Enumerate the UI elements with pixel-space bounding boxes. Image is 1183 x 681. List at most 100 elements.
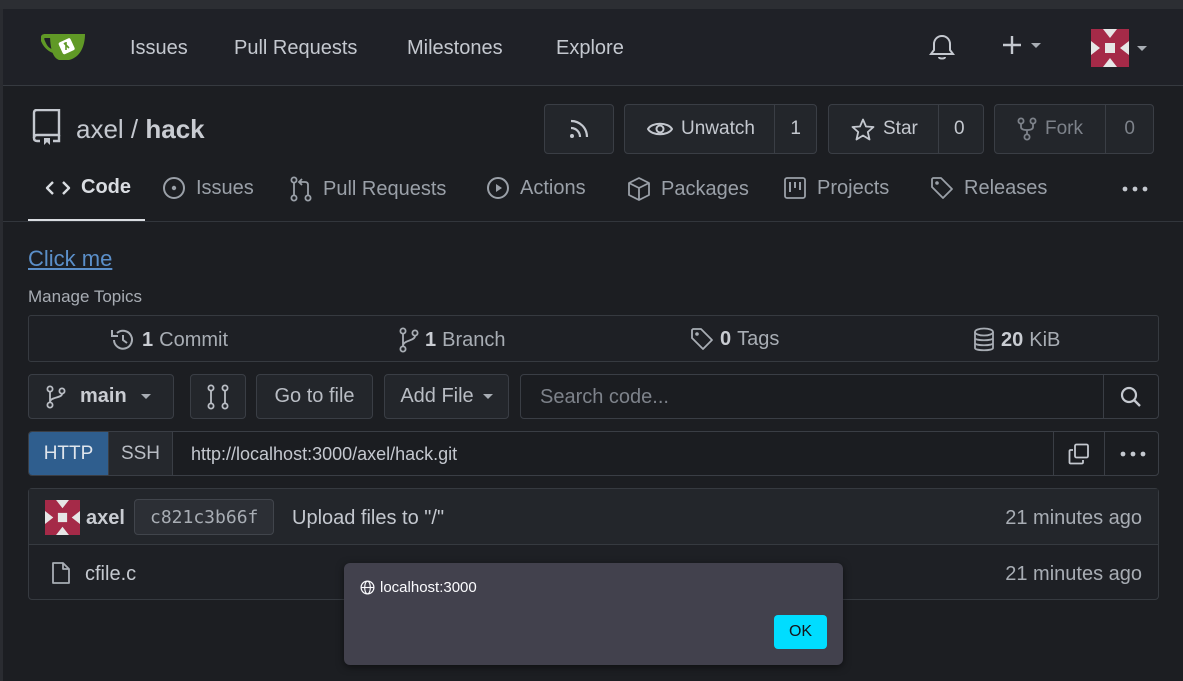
branches-label: Branch: [442, 328, 506, 351]
copy-icon: [1068, 443, 1089, 464]
fork-icon: [1017, 117, 1037, 141]
commit-message-link[interactable]: Upload files to "/": [292, 507, 444, 530]
latest-commit-row: axel c821c3b66f Upload files to "/" 21 m…: [29, 489, 1158, 545]
size-stat: 20 KiB: [973, 327, 1060, 353]
forks-count-link[interactable]: 0: [1106, 105, 1153, 153]
dialog-origin: localhost:3000: [360, 579, 477, 596]
search-icon: [1120, 386, 1141, 407]
clone-url-field[interactable]: http://localhost:3000/axel/hack.git: [191, 444, 457, 465]
tag-icon: [931, 177, 953, 199]
chevron-down-icon: [1031, 42, 1041, 48]
bell-icon[interactable]: [929, 33, 955, 61]
star-count: 0: [954, 118, 965, 139]
go-to-file-button[interactable]: Go to file: [256, 374, 373, 419]
tab-actions[interactable]: Actions: [486, 176, 586, 200]
branch-name: main: [80, 385, 127, 407]
compare-button[interactable]: [190, 374, 246, 419]
project-board-icon: [784, 177, 806, 199]
browser-top-strip: [0, 0, 1183, 9]
http-clone-tab[interactable]: HTTP: [29, 432, 108, 475]
tab-packages-label: Packages: [661, 177, 749, 200]
tab-releases-label: Releases: [964, 176, 1048, 199]
file-name-link[interactable]: cfile.c: [85, 563, 136, 586]
copy-url-button[interactable]: [1053, 432, 1104, 475]
search-button[interactable]: [1103, 375, 1158, 418]
tag-icon: [691, 328, 713, 350]
create-new-dropdown[interactable]: [1001, 34, 1041, 56]
add-file-dropdown[interactable]: Add File: [384, 374, 509, 419]
alert-dialog: localhost:3000 OK: [344, 563, 843, 665]
tags-stat-link[interactable]: 0 Tags: [690, 327, 779, 351]
branches-count: 1: [425, 328, 437, 351]
repo-icon: [29, 109, 63, 145]
fork-label: Fork: [1045, 118, 1083, 139]
chevron-down-icon: [140, 394, 151, 399]
play-icon: [487, 177, 509, 199]
manage-topics-link[interactable]: Manage Topics: [28, 287, 142, 307]
tab-pull-requests[interactable]: Pull Requests: [289, 176, 446, 202]
repo-name-link[interactable]: hack: [145, 114, 204, 144]
star-icon: [851, 118, 875, 140]
plus-icon: [1003, 36, 1021, 54]
avatar[interactable]: [45, 500, 80, 535]
fork-button[interactable]: Fork: [995, 105, 1105, 153]
tab-packages[interactable]: Packages: [627, 176, 749, 202]
globe-icon: [360, 580, 375, 595]
star-label: Star: [883, 118, 918, 139]
go-to-file-label: Go to file: [274, 385, 355, 407]
nav-pull-requests-link[interactable]: Pull Requests: [234, 37, 357, 60]
eye-icon: [647, 122, 673, 136]
branches-stat-link[interactable]: 1 Branch: [399, 327, 506, 353]
code-icon: [45, 180, 71, 195]
tabs-divider: [3, 221, 1183, 222]
clone-more-options[interactable]: [1104, 432, 1158, 475]
tab-code-label: Code: [81, 176, 131, 198]
add-file-label: Add File: [400, 385, 474, 407]
database-icon: [974, 327, 994, 352]
nav-explore-link[interactable]: Explore: [556, 37, 624, 60]
rss-feed-button[interactable]: [544, 104, 614, 154]
more-tabs-icon[interactable]: [1122, 186, 1148, 192]
tags-count: 0: [720, 327, 732, 350]
avatar: [1091, 29, 1129, 67]
ssh-clone-tab[interactable]: SSH: [108, 432, 173, 475]
repo-stats-bar: 1 Commit 1 Branch 0 Tags 20 KiB: [28, 315, 1159, 362]
size-count: 20: [1001, 328, 1024, 351]
commits-stat-link[interactable]: 1 Commit: [110, 327, 228, 353]
fork-count: 0: [1124, 118, 1135, 139]
compare-icon: [207, 384, 229, 409]
fork-button-group: Fork 0: [994, 104, 1154, 154]
chevron-down-icon: [1137, 45, 1147, 51]
ok-button[interactable]: OK: [774, 615, 827, 649]
code-search: Search code...: [520, 374, 1159, 419]
repo-owner-link[interactable]: axel: [76, 114, 124, 144]
chevron-down-icon: [482, 394, 493, 399]
commit-author-link[interactable]: axel: [86, 507, 125, 530]
file-icon: [51, 561, 71, 585]
tab-code[interactable]: Code: [45, 176, 131, 199]
branch-icon: [46, 385, 66, 408]
unwatch-button[interactable]: Unwatch: [625, 105, 774, 153]
watchers-count-link[interactable]: 1: [775, 105, 816, 153]
nav-milestones-link[interactable]: Milestones: [407, 37, 503, 60]
tab-releases[interactable]: Releases: [930, 176, 1047, 200]
commit-time: 21 minutes ago: [1005, 507, 1142, 529]
tab-issues[interactable]: Issues: [162, 176, 254, 200]
branch-icon: [399, 327, 419, 353]
star-button[interactable]: Star: [829, 105, 938, 153]
gitea-logo-icon[interactable]: [39, 31, 87, 63]
tags-label: Tags: [737, 327, 780, 350]
commit-sha-link[interactable]: c821c3b66f: [134, 499, 275, 535]
nav-issues-link[interactable]: Issues: [130, 37, 188, 60]
issue-icon: [163, 177, 185, 199]
click-me-link[interactable]: Click me: [28, 246, 112, 272]
pull-request-icon: [290, 176, 312, 202]
search-input[interactable]: Search code...: [540, 386, 669, 409]
repo-title: axel / hack: [76, 114, 205, 145]
branch-selector[interactable]: main: [28, 374, 174, 419]
file-time: 21 minutes ago: [1005, 563, 1142, 585]
tab-projects[interactable]: Projects: [783, 176, 889, 200]
stars-count-link[interactable]: 0: [939, 105, 980, 153]
tab-pull-requests-label: Pull Requests: [323, 177, 447, 200]
user-menu-dropdown[interactable]: [1091, 29, 1147, 67]
